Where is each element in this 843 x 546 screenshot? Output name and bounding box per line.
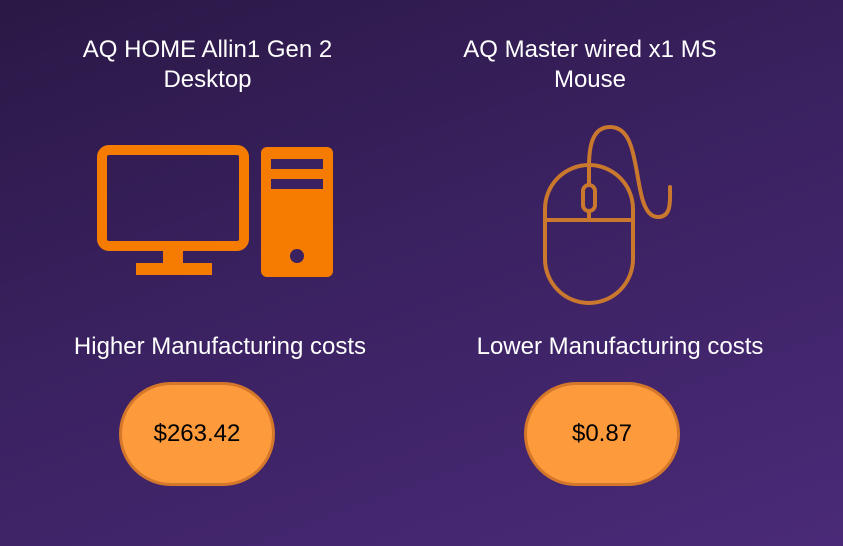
price-badge-mouse: $0.87 (524, 382, 680, 486)
price-badge-desktop: $263.42 (119, 382, 275, 486)
computer-mouse-icon (540, 122, 675, 308)
caption-lower-costs: Lower Manufacturing costs (476, 333, 764, 360)
product-title-desktop: AQ HOME Allin1 Gen 2 Desktop (82, 36, 333, 93)
desktop-computer-icon (97, 145, 333, 277)
product-title-mouse: AQ Master wired x1 MS Mouse (463, 36, 717, 93)
price-value-mouse: $0.87 (571, 420, 633, 447)
caption-higher-costs: Higher Manufacturing costs (73, 333, 367, 360)
price-value-desktop: $263.42 (153, 420, 241, 447)
